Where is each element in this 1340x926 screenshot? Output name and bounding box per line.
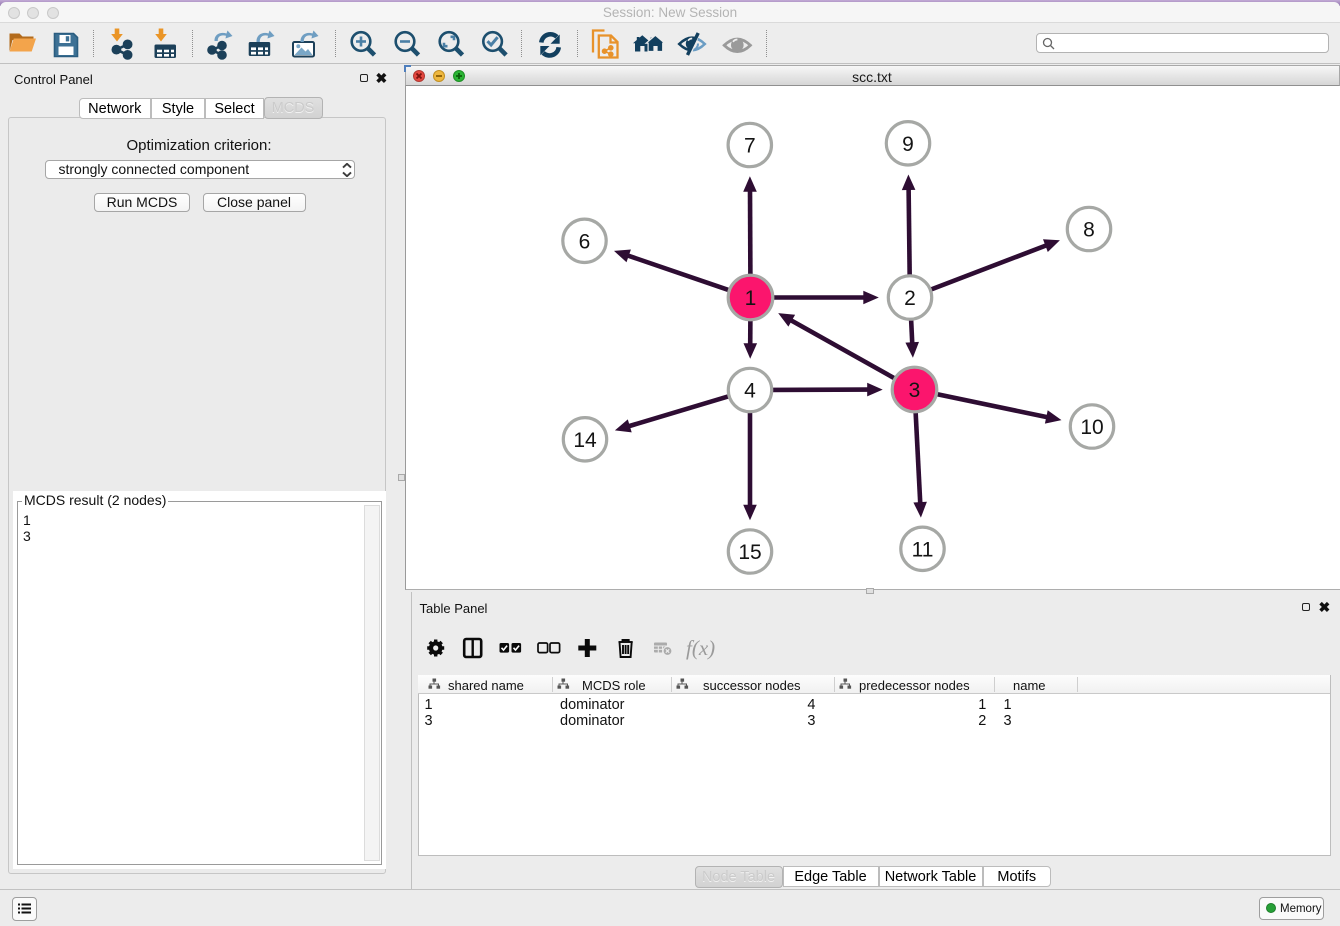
svg-text:8: 8	[1083, 219, 1095, 242]
svg-text:6: 6	[579, 230, 591, 253]
svg-text:9: 9	[902, 133, 914, 156]
svg-text:14: 14	[573, 429, 597, 452]
svg-text:1: 1	[745, 287, 757, 310]
svg-text:7: 7	[744, 135, 756, 158]
svg-text:2: 2	[904, 287, 916, 310]
svg-text:4: 4	[744, 380, 756, 403]
svg-text:f(x): f(x)	[686, 636, 715, 660]
svg-text:15: 15	[738, 541, 761, 564]
svg-text:11: 11	[912, 538, 934, 561]
svg-text:3: 3	[909, 379, 921, 402]
svg-text:10: 10	[1080, 416, 1103, 439]
